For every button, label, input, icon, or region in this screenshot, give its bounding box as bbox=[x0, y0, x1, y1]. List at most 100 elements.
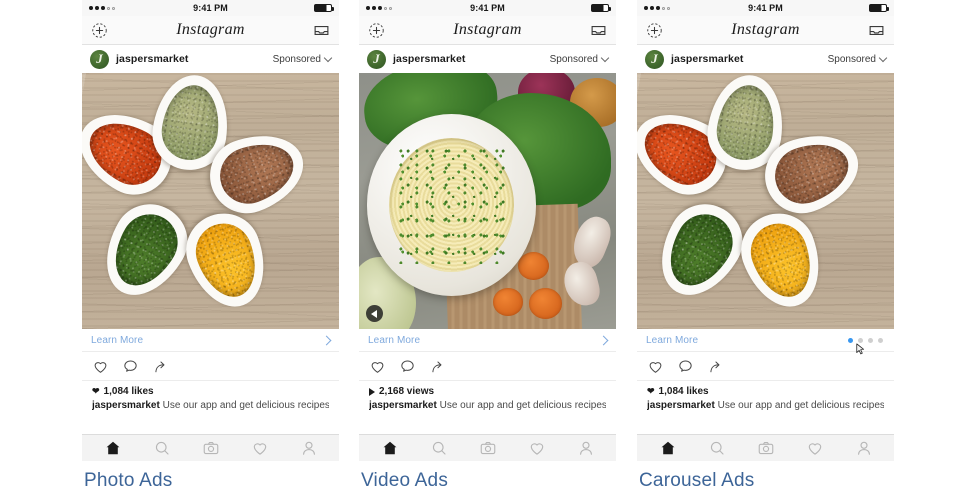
add-photo-icon[interactable] bbox=[646, 22, 663, 39]
like-count-row: ❤ 1,084 likes bbox=[92, 386, 329, 397]
comment-bubble-icon[interactable] bbox=[399, 358, 416, 375]
like-count: 1,084 likes bbox=[103, 386, 154, 397]
search-icon[interactable] bbox=[153, 439, 171, 457]
account-identity[interactable]: J jaspersmarket bbox=[90, 49, 189, 69]
home-icon[interactable] bbox=[104, 439, 122, 457]
avatar[interactable]: J bbox=[90, 49, 109, 69]
heart-icon[interactable] bbox=[647, 358, 664, 375]
learn-more-row[interactable]: Learn More bbox=[82, 329, 339, 352]
post-caption: jaspersmarket Use our app and get delici… bbox=[369, 400, 606, 411]
add-photo-icon[interactable] bbox=[368, 22, 385, 39]
pasta-scene bbox=[359, 73, 616, 329]
heart-icon[interactable] bbox=[528, 439, 546, 457]
screenshot-canvas: 9:41 PM Instagram J jaspersmarket Sponso… bbox=[0, 0, 975, 504]
profile-icon[interactable] bbox=[577, 439, 595, 457]
post-actions bbox=[359, 352, 616, 381]
account-name[interactable]: jaspersmarket bbox=[671, 53, 744, 65]
account-name[interactable]: jaspersmarket bbox=[393, 53, 466, 65]
view-count: 2,168 views bbox=[379, 386, 435, 397]
sponsored-label: Sponsored bbox=[272, 53, 321, 65]
camera-icon[interactable] bbox=[479, 439, 497, 457]
profile-icon[interactable] bbox=[855, 439, 873, 457]
chevron-right-icon[interactable] bbox=[321, 335, 332, 345]
share-arrow-icon[interactable] bbox=[707, 358, 724, 375]
post-meta: ❤ 1,084 likes jaspersmarket Use our app … bbox=[82, 381, 339, 411]
caption-author[interactable]: jaspersmarket bbox=[647, 400, 715, 411]
chevron-down-icon bbox=[323, 53, 333, 62]
heart-icon[interactable] bbox=[251, 439, 269, 457]
post-meta: 2,168 views jaspersmarket Use our app an… bbox=[359, 381, 616, 411]
chevron-right-icon[interactable] bbox=[598, 335, 609, 345]
add-photo-icon[interactable] bbox=[91, 22, 108, 39]
account-identity[interactable]: J jaspersmarket bbox=[645, 49, 744, 69]
caption-author[interactable]: jaspersmarket bbox=[92, 400, 160, 411]
inbox-icon[interactable] bbox=[868, 22, 885, 39]
account-identity[interactable]: J jaspersmarket bbox=[367, 49, 466, 69]
account-row: J jaspersmarket Sponsored bbox=[359, 45, 616, 73]
share-arrow-icon[interactable] bbox=[152, 358, 169, 375]
heart-filled-icon: ❤ bbox=[92, 386, 100, 396]
learn-more-label[interactable]: Learn More bbox=[91, 335, 143, 346]
account-row: J jaspersmarket Sponsored bbox=[637, 45, 894, 73]
bottom-tab-bar bbox=[637, 434, 894, 461]
inbox-icon[interactable] bbox=[313, 22, 330, 39]
share-arrow-icon[interactable] bbox=[429, 358, 446, 375]
carousel-dot-3[interactable] bbox=[868, 337, 873, 343]
instagram-wordmark: Instagram bbox=[176, 21, 245, 38]
carousel-dot-4[interactable] bbox=[878, 337, 883, 343]
ad-media-video[interactable] bbox=[359, 73, 616, 329]
carousel-pagination-dots[interactable] bbox=[848, 337, 885, 354]
heart-icon[interactable] bbox=[92, 358, 109, 375]
avatar[interactable]: J bbox=[367, 49, 386, 69]
chevron-down-icon bbox=[878, 53, 888, 62]
sponsored-dropdown[interactable]: Sponsored bbox=[827, 53, 888, 65]
heart-icon[interactable] bbox=[806, 439, 824, 457]
sponsored-dropdown[interactable]: Sponsored bbox=[272, 53, 333, 65]
play-triangle-icon bbox=[369, 387, 375, 396]
sponsored-dropdown[interactable]: Sponsored bbox=[550, 53, 610, 65]
bottom-tab-bar bbox=[82, 434, 339, 461]
camera-icon[interactable] bbox=[757, 439, 775, 457]
ad-media-photo[interactable] bbox=[82, 73, 339, 329]
phone-mockup-carousel-ads: 9:41 PM Instagram J jaspersmarket Sponso… bbox=[637, 0, 894, 461]
instagram-wordmark: Instagram bbox=[453, 21, 522, 38]
status-bar-time: 9:41 PM bbox=[748, 3, 783, 13]
instagram-header: Instagram bbox=[637, 16, 894, 45]
camera-icon[interactable] bbox=[202, 439, 220, 457]
comment-bubble-icon[interactable] bbox=[122, 358, 139, 375]
mouse-cursor-icon bbox=[856, 342, 865, 354]
carrot-slice bbox=[528, 288, 563, 319]
status-bar-time: 9:41 PM bbox=[193, 3, 228, 13]
battery-icon bbox=[591, 4, 611, 12]
home-icon[interactable] bbox=[381, 439, 399, 457]
comment-bubble-icon[interactable] bbox=[677, 358, 694, 375]
carousel-dot-1[interactable] bbox=[848, 337, 853, 343]
like-count: 1,084 likes bbox=[658, 386, 709, 397]
heart-icon[interactable] bbox=[369, 358, 386, 375]
sponsored-label: Sponsored bbox=[827, 53, 876, 65]
profile-icon[interactable] bbox=[300, 439, 318, 457]
instagram-header: Instagram bbox=[359, 16, 616, 45]
inbox-icon[interactable] bbox=[590, 22, 607, 39]
caption-text: Use our app and get delicious recipes bbox=[436, 400, 606, 411]
avatar-glyph: J bbox=[96, 51, 103, 66]
ad-media-carousel[interactable] bbox=[637, 73, 894, 329]
search-icon[interactable] bbox=[708, 439, 726, 457]
learn-more-label[interactable]: Learn More bbox=[368, 335, 420, 346]
learn-more-label[interactable]: Learn More bbox=[646, 335, 698, 346]
post-caption: jaspersmarket Use our app and get delici… bbox=[647, 400, 884, 411]
learn-more-row[interactable]: Learn More bbox=[637, 329, 894, 354]
caption-video-ads: Video Ads bbox=[361, 470, 449, 491]
phone-mockup-video-ads: 9:41 PM Instagram J jaspersmarket Sponso… bbox=[359, 0, 616, 461]
caption-author[interactable]: jaspersmarket bbox=[369, 400, 437, 411]
status-bar-time: 9:41 PM bbox=[470, 3, 505, 13]
speaker-icon[interactable] bbox=[366, 305, 383, 322]
home-icon[interactable] bbox=[659, 439, 677, 457]
account-name[interactable]: jaspersmarket bbox=[116, 53, 189, 65]
bottom-tab-bar bbox=[359, 434, 616, 461]
avatar[interactable]: J bbox=[645, 49, 664, 69]
avatar-glyph: J bbox=[373, 51, 380, 66]
battery-icon bbox=[314, 4, 334, 12]
learn-more-row[interactable]: Learn More bbox=[359, 329, 616, 352]
search-icon[interactable] bbox=[430, 439, 448, 457]
